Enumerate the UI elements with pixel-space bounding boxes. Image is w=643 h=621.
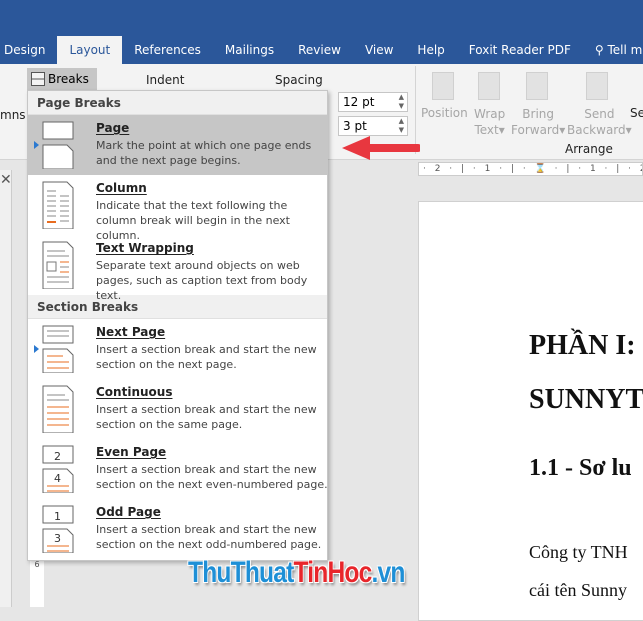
- close-icon[interactable]: ✕: [0, 172, 12, 188]
- spacing-label: Spacing: [275, 73, 323, 87]
- menu-item-even-page[interactable]: 24 Even Page Insert a section break and …: [28, 439, 328, 499]
- heading-1-cont: SUNNYT: [529, 384, 643, 415]
- even-page-icon: 24: [42, 445, 74, 493]
- position-button[interactable]: Position: [421, 106, 468, 120]
- watermark-logo: ThuThuatTinHoc.vn: [188, 556, 405, 589]
- heading-2: 1.1 - Sơ lu: [529, 455, 632, 481]
- spin-arrows-icon[interactable]: ▲ ▼: [399, 93, 404, 111]
- position-icon: [432, 72, 454, 100]
- continuous-icon: [42, 385, 74, 433]
- bring-forward-button[interactable]: Bring Forward▾: [511, 106, 565, 138]
- menu-item-column[interactable]: Column Indicate that the text following …: [28, 175, 327, 242]
- menu-item-text-wrapping[interactable]: Text Wrapping Separate text around objec…: [28, 235, 327, 302]
- indent-label: Indent: [146, 73, 185, 87]
- columns-label[interactable]: mns: [0, 108, 26, 122]
- horizontal-ruler[interactable]: · 2 · | · 1 · | · ⌛ · | · 1 · | · 2 ·: [418, 162, 643, 176]
- navigation-pane: ✕: [0, 170, 12, 607]
- page-breaks-header: Page Breaks: [28, 91, 327, 115]
- tab-foxit[interactable]: Foxit Reader PDF: [457, 36, 583, 64]
- heading-1: PHẦN I:: [529, 330, 636, 361]
- pointer-icon: [34, 141, 39, 149]
- breaks-icon: [31, 72, 45, 86]
- wrap-text-button[interactable]: Wrap Text▾: [474, 106, 505, 138]
- svg-text:1: 1: [54, 510, 61, 523]
- tab-view[interactable]: View: [353, 36, 405, 64]
- tab-references[interactable]: References: [122, 36, 213, 64]
- tab-layout[interactable]: Layout: [57, 36, 123, 64]
- page-break-icon: [42, 121, 74, 169]
- svg-text:4: 4: [54, 472, 61, 485]
- menu-item-continuous[interactable]: Continuous Insert a section break and st…: [28, 379, 327, 439]
- body-text: Công ty TNH: [529, 542, 628, 562]
- menu-item-odd-page[interactable]: 13 Odd Page Insert a section break and s…: [28, 499, 327, 559]
- svg-text:3: 3: [54, 532, 61, 545]
- breaks-button[interactable]: Breaks ▾: [27, 68, 97, 108]
- ribbon-tabs: Design Layout References Mailings Review…: [0, 36, 643, 64]
- document-page[interactable]: PHẦN I: SUNNYT 1.1 - Sơ lu Công ty TNH c…: [418, 201, 643, 621]
- text-wrapping-icon: [42, 241, 74, 289]
- selection-pane-button[interactable]: Se: [630, 106, 643, 120]
- body-text: cái tên Sunny: [529, 580, 627, 600]
- spin-arrows-icon[interactable]: ▲ ▼: [399, 117, 404, 135]
- pointer-icon: [34, 345, 39, 353]
- tab-mailings[interactable]: Mailings: [213, 36, 286, 64]
- menu-item-page[interactable]: Page Mark the point at which one page en…: [28, 115, 327, 175]
- tab-review[interactable]: Review: [286, 36, 353, 64]
- svg-text:2: 2: [54, 450, 61, 463]
- odd-page-icon: 13: [42, 505, 74, 553]
- menu-item-next-page[interactable]: Next Page Insert a section break and sta…: [28, 319, 327, 379]
- red-arrow-annotation: [342, 136, 420, 160]
- tab-design[interactable]: Design: [0, 36, 57, 64]
- search-icon: ⚲: [594, 43, 608, 57]
- wrap-text-icon: [478, 72, 500, 100]
- send-backward-button[interactable]: Send Backward▾: [567, 106, 632, 138]
- tab-help[interactable]: Help: [405, 36, 456, 64]
- spacing-after-input[interactable]: 3 pt ▲ ▼: [338, 116, 408, 136]
- bring-forward-icon: [526, 72, 548, 100]
- tell-me-box[interactable]: ⚲ Tell me w: [583, 36, 643, 64]
- column-break-icon: [42, 181, 74, 229]
- send-backward-icon: [586, 72, 608, 100]
- spacing-before-input[interactable]: 12 pt ▲ ▼: [338, 92, 408, 112]
- arrange-group-label: Arrange: [565, 142, 613, 156]
- breaks-dropdown-menu: Page Breaks Page Mark the point at which…: [27, 90, 328, 561]
- next-page-icon: [42, 325, 74, 373]
- vertical-ruler[interactable]: 6: [30, 560, 44, 607]
